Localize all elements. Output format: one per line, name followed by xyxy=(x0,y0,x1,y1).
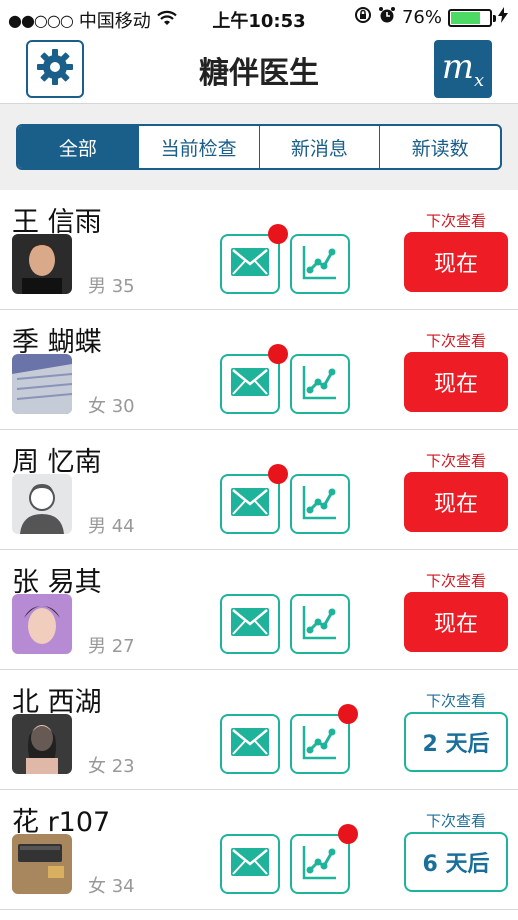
mail-icon xyxy=(231,608,269,640)
prescription-button[interactable]: mx xyxy=(434,40,492,98)
alarm-icon xyxy=(378,6,396,29)
patient-list: 王 信雨男 35 下次查看 现在季 蝴蝶女 30 下次查看 现在周 忆南男 44 下次查看… xyxy=(0,190,518,910)
message-button[interactable] xyxy=(220,474,280,534)
rotation-lock-icon xyxy=(354,6,372,29)
next-check-label: 下次查看 xyxy=(425,452,486,470)
nav-header: 糖伴医生 mx xyxy=(0,36,518,104)
tab-new-readings[interactable]: 新读数 xyxy=(379,126,500,168)
patient-row[interactable]: 北 西湖女 23 下次查看 2 天后 xyxy=(0,670,518,790)
message-button[interactable] xyxy=(220,714,280,774)
message-button[interactable] xyxy=(220,354,280,414)
unread-message-badge xyxy=(268,224,288,244)
next-check-label: 下次查看 xyxy=(425,812,486,830)
mail-icon xyxy=(231,488,269,520)
avatar-placeholder xyxy=(12,474,72,534)
patient-gender-age: 女 23 xyxy=(88,756,135,777)
readings-chart-button[interactable] xyxy=(290,714,350,774)
patient-row[interactable]: 周 忆南男 44 下次查看 现在 xyxy=(0,430,518,550)
patient-gender-age: 女 34 xyxy=(88,876,135,897)
tab-all[interactable]: 全部 xyxy=(18,126,138,168)
next-check-button[interactable]: 现在 xyxy=(404,592,508,652)
readings-chart-button[interactable] xyxy=(290,834,350,894)
patient-gender-age: 男 27 xyxy=(88,636,135,657)
next-check-button[interactable]: 2 天后 xyxy=(404,712,508,772)
patient-gender-age: 男 35 xyxy=(88,276,135,297)
avatar xyxy=(12,834,72,894)
readings-chart-button[interactable] xyxy=(290,594,350,654)
patient-gender-age: 女 30 xyxy=(88,396,135,417)
next-check-label: 下次查看 xyxy=(425,692,486,710)
segmented-control: 全部 当前检查 新消息 新读数 xyxy=(16,124,502,170)
unread-message-badge xyxy=(268,344,288,364)
readings-chart-button[interactable] xyxy=(290,234,350,294)
patient-gender-age: 男 44 xyxy=(88,516,135,537)
next-check-button[interactable]: 现在 xyxy=(404,352,508,412)
line-chart-icon xyxy=(300,242,340,286)
unread-message-badge xyxy=(268,464,288,484)
mail-icon xyxy=(231,728,269,760)
patient-row[interactable]: 王 信雨男 35 下次查看 现在 xyxy=(0,190,518,310)
line-chart-icon xyxy=(300,362,340,406)
mail-icon xyxy=(231,368,269,400)
mail-icon xyxy=(231,248,269,280)
avatar xyxy=(12,354,72,414)
next-check-label: 下次查看 xyxy=(425,572,486,590)
message-button[interactable] xyxy=(220,234,280,294)
prescription-icon: mx xyxy=(441,47,485,91)
message-button[interactable] xyxy=(220,594,280,654)
battery-percent: 76% xyxy=(401,7,442,28)
readings-chart-button[interactable] xyxy=(290,474,350,534)
line-chart-icon xyxy=(300,842,340,886)
line-chart-icon xyxy=(300,482,340,526)
avatar xyxy=(12,594,72,654)
battery-icon xyxy=(448,8,496,27)
filter-bar: 全部 当前检查 新消息 新读数 xyxy=(0,104,518,190)
next-check-label: 下次查看 xyxy=(425,212,486,230)
message-button[interactable] xyxy=(220,834,280,894)
status-bar: ●●○○○ 中国移动 上午10:53 76% xyxy=(0,0,518,36)
new-reading-badge xyxy=(338,824,358,844)
patient-row[interactable]: 季 蝴蝶女 30 下次查看 现在 xyxy=(0,310,518,430)
patient-row[interactable]: 花 r107 女 34 下次查看 6 天后 xyxy=(0,790,518,910)
charging-icon xyxy=(498,7,508,28)
readings-chart-button[interactable] xyxy=(290,354,350,414)
next-check-button[interactable]: 6 天后 xyxy=(404,832,508,892)
new-reading-badge xyxy=(338,704,358,724)
tab-current-check[interactable]: 当前检查 xyxy=(137,126,259,168)
avatar xyxy=(12,714,72,774)
patient-row[interactable]: 张 易其男 27 下次查看 现在 xyxy=(0,550,518,670)
next-check-label: 下次查看 xyxy=(425,332,486,350)
avatar xyxy=(12,234,72,294)
next-check-button[interactable]: 现在 xyxy=(404,232,508,292)
mail-icon xyxy=(231,848,269,880)
line-chart-icon xyxy=(300,602,340,646)
tab-new-messages[interactable]: 新消息 xyxy=(258,126,380,168)
next-check-button[interactable]: 现在 xyxy=(404,472,508,532)
line-chart-icon xyxy=(300,722,340,766)
